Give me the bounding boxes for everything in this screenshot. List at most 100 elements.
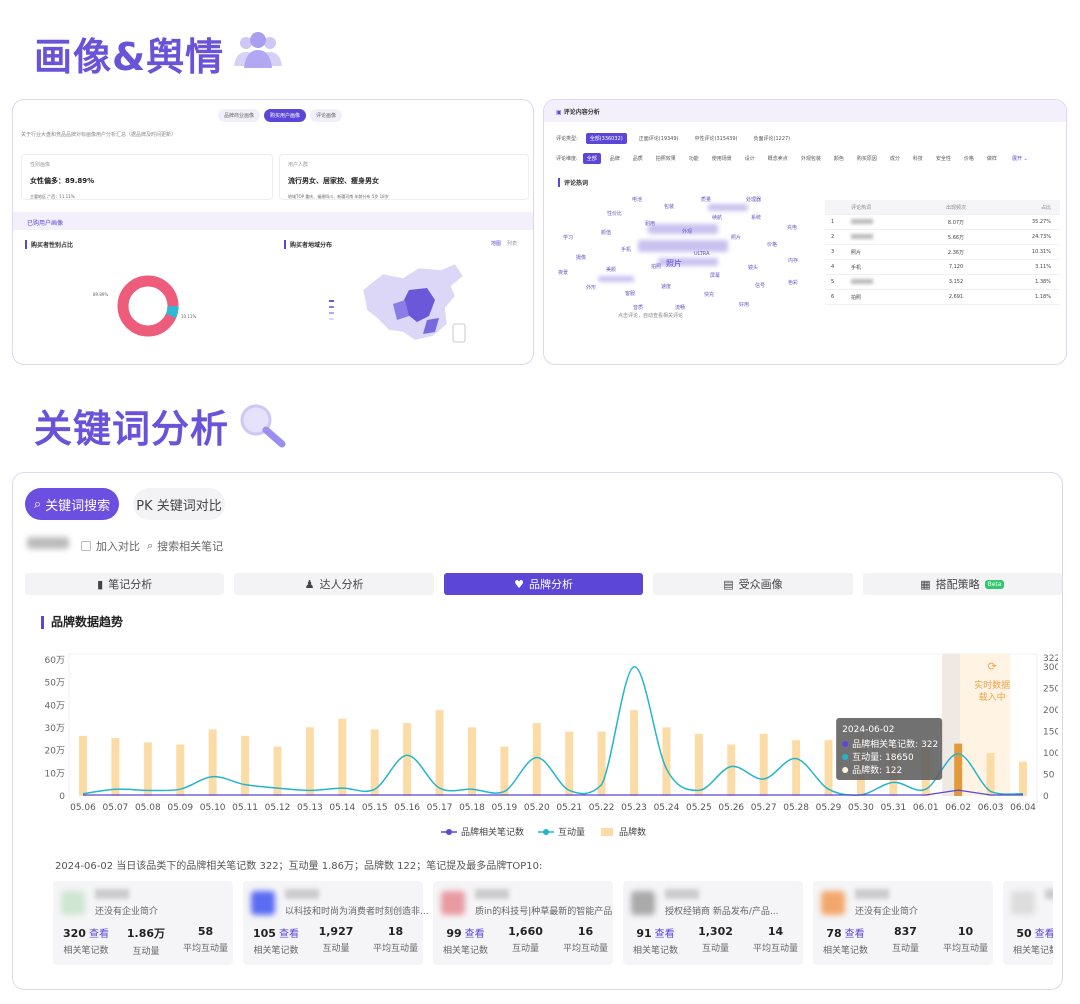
cloud-word[interactable]: 质量 (701, 196, 711, 203)
analysis-tab[interactable]: ▤ 受众画像 (653, 573, 853, 595)
brand-count-bar[interactable] (792, 740, 801, 796)
legend-label[interactable]: 品牌数 (619, 826, 646, 838)
tab-brand-portrait[interactable]: 品牌商业画像 (218, 109, 261, 122)
cloud-word[interactable]: 学习 (563, 234, 573, 241)
cloud-word[interactable]: 美颜 (606, 266, 616, 273)
dim-chip[interactable]: 设计 (741, 153, 759, 164)
view-notes-link[interactable]: 查看 (845, 929, 865, 940)
brand-count-bar[interactable] (435, 710, 444, 796)
cloud-main-word[interactable]: 照片 (666, 258, 682, 269)
search-notes-link[interactable]: ⌕ 搜索相关笔记 (147, 538, 223, 554)
table-row[interactable]: 5 3,152 1.38% (825, 275, 1060, 290)
cloud-word[interactable]: 色彩 (788, 279, 798, 286)
cloud-word[interactable]: 手机 (621, 246, 631, 253)
list-legend[interactable]: 列表 (507, 240, 517, 247)
brand-count-bar[interactable] (241, 735, 250, 796)
tab-comment-portrait[interactable]: 评论画像 (310, 109, 343, 122)
pk-compare-tab[interactable]: PK 关键词对比 (133, 488, 225, 520)
dim-chip[interactable]: 价格 (960, 153, 978, 164)
cloud-word[interactable]: 系统 (751, 214, 761, 221)
brand-count-bar[interactable] (727, 744, 736, 796)
cloud-word[interactable]: 耐用 (645, 220, 655, 227)
brand-card[interactable]: 授权经销商 新品发布/产品... 91 查看 相关笔记数 1,302 互动量 14 平均互动量 (623, 881, 803, 965)
brand-count-bar[interactable] (143, 742, 152, 796)
cloud-word[interactable]: 价格 (767, 241, 777, 248)
checkbox-box[interactable] (81, 541, 91, 551)
dim-chip[interactable]: 成分 (886, 153, 904, 164)
analysis-tab[interactable]: ▮ 笔记分析 (25, 573, 225, 595)
type-positive[interactable]: 正面评论(19349) (635, 133, 683, 144)
brand-count-bar[interactable] (467, 727, 476, 796)
table-row[interactable]: 3 照片 2.36万 10.31% (825, 245, 1060, 260)
brand-card[interactable]: 质in的科技号|种草最新的智能产品 99 查看 相关笔记数 1,660 互动量 16 平均互动… (433, 881, 613, 965)
type-all[interactable]: 全部(336032) (585, 133, 627, 144)
cloud-word[interactable]: 电池 (632, 196, 642, 203)
add-compare-checkbox[interactable]: 加入对比 (81, 538, 140, 554)
cloud-word[interactable]: 客服 (625, 290, 635, 297)
cloud-word[interactable]: 镜头 (748, 264, 758, 271)
map-list-toggle[interactable]: 地图 列表 (491, 240, 517, 247)
legend-swatch[interactable] (601, 828, 613, 836)
legend-label[interactable]: 品牌相关笔记数 (461, 826, 524, 838)
type-negative[interactable]: 负面评论(1227) (750, 133, 795, 144)
cloud-word[interactable]: 摄像 (576, 254, 586, 261)
table-row[interactable]: 6 拍照 2,691 1.18% (825, 290, 1060, 305)
cloud-word[interactable]: 性价比 (607, 210, 622, 217)
dim-chip[interactable]: 购买原因 (853, 153, 881, 164)
cloud-word[interactable]: 包装 (664, 203, 674, 210)
cloud-word[interactable]: 流畅 (675, 304, 685, 311)
dim-chip[interactable]: 做样 (983, 153, 1001, 164)
dims-more-button[interactable]: 展开 ⌄ (1012, 155, 1028, 162)
table-row[interactable]: 1 8.07万 35.27% (825, 215, 1060, 230)
cloud-word[interactable]: 快充 (704, 291, 714, 298)
cloud-word[interactable]: 速度 (661, 283, 671, 290)
brand-count-bar[interactable] (694, 733, 703, 796)
cloud-word[interactable]: 外形 (586, 284, 596, 291)
brand-count-bar[interactable] (338, 718, 347, 796)
legend-label[interactable]: 互动量 (558, 827, 585, 838)
brand-card[interactable]: 还没有企业简介 78 查看 相关笔记数 837 互动量 10 平均互动量 (813, 881, 993, 965)
cloud-word[interactable]: ULTRA (694, 251, 710, 257)
brand-card[interactable]: 50查看相关笔记数 (1003, 881, 1053, 965)
brand-count-bar[interactable] (630, 710, 639, 796)
brand-count-bar[interactable] (208, 729, 217, 796)
cloud-word[interactable]: 续航 (712, 214, 722, 221)
cloud-word[interactable]: 好用 (739, 301, 749, 308)
dim-chip[interactable]: 拍照效果 (652, 153, 680, 164)
tab-buyer-portrait[interactable]: 购买用户画像 (264, 109, 307, 122)
cloud-word[interactable]: 拍照 (651, 263, 661, 270)
cloud-word[interactable]: 外观 (682, 228, 692, 235)
cloud-word[interactable]: 处理器 (746, 196, 761, 203)
table-row[interactable]: 4 手机 7,120 3.11% (825, 260, 1060, 275)
dim-chip[interactable]: 使用场景 (708, 153, 736, 164)
brand-count-bar[interactable] (305, 727, 314, 796)
cloud-word[interactable]: 屏幕 (710, 272, 720, 279)
brand-count-bar[interactable] (565, 731, 574, 796)
brand-card[interactable]: 以科技和时尚为消费者时刻创造非... 105 查看 相关笔记数 1,927 互动量 18 平均… (243, 881, 429, 965)
view-notes-link[interactable]: 查看 (655, 929, 675, 940)
view-notes-link[interactable]: 查看 (279, 929, 299, 940)
cloud-word[interactable]: 夜景 (558, 269, 568, 276)
cloud-word[interactable]: 照片 (731, 234, 741, 241)
view-notes-link[interactable]: 查看 (1035, 929, 1053, 940)
brand-count-bar[interactable] (111, 738, 120, 796)
brand-count-bar[interactable] (79, 735, 87, 796)
dim-chip[interactable]: 安全性 (932, 153, 955, 164)
dim-chip[interactable]: 颜色 (830, 153, 848, 164)
cloud-word[interactable]: 颜值 (601, 229, 611, 236)
cloud-word[interactable]: 信号 (755, 282, 765, 289)
dim-chip[interactable]: 外观包装 (797, 153, 825, 164)
brand-count-bar[interactable] (759, 733, 768, 796)
brand-count-bar[interactable] (370, 729, 379, 796)
analysis-tab[interactable]: ♥ 品牌分析 (443, 573, 644, 595)
dim-chip[interactable]: 品质 (629, 153, 647, 164)
analysis-tab[interactable]: ♟ 达人分析 (234, 573, 434, 595)
brand-count-bar[interactable] (532, 723, 541, 796)
dim-chip[interactable]: 品牌 (606, 153, 624, 164)
dim-chip[interactable]: 功能 (685, 153, 703, 164)
type-neutral[interactable]: 中性评论(315439) (691, 133, 742, 144)
keyword-search-tab[interactable]: ⌕ 关键词搜索 (25, 488, 119, 520)
cloud-word[interactable]: 内存 (788, 257, 798, 264)
view-notes-link[interactable]: 查看 (89, 929, 109, 940)
brand-count-bar[interactable] (403, 723, 412, 796)
